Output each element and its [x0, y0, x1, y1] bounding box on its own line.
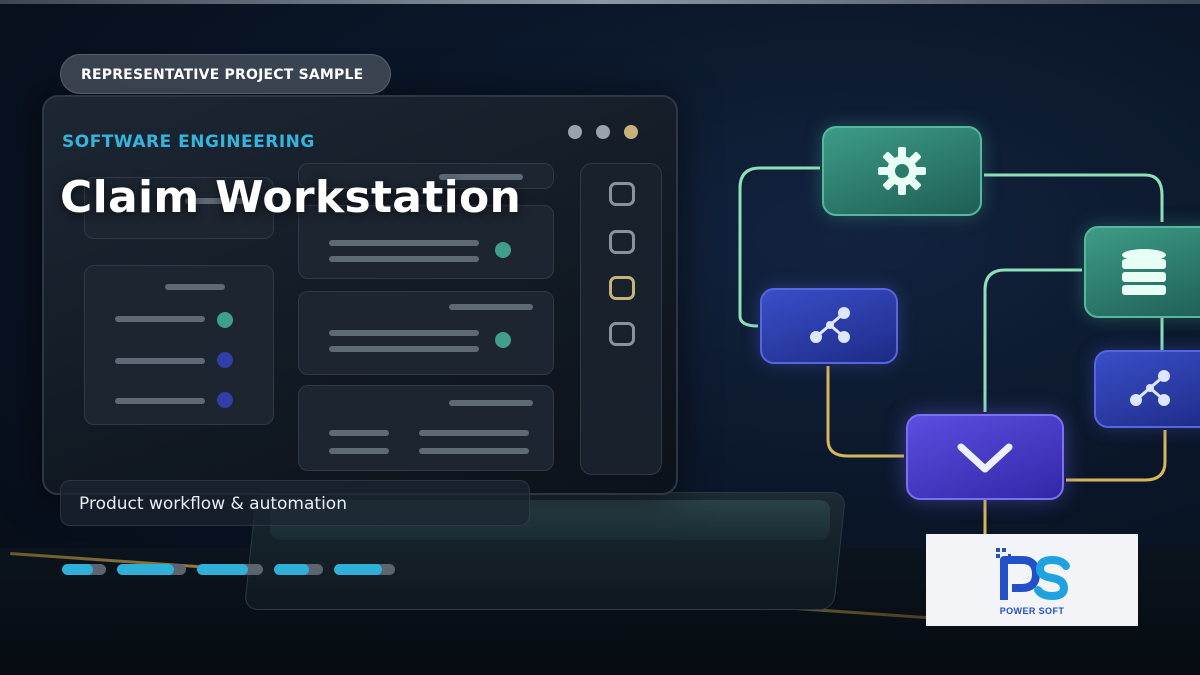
gear-icon	[878, 147, 926, 195]
brand-logo: POWER SOFT	[926, 534, 1138, 626]
progress-segment-fill	[334, 564, 382, 575]
category-label: SOFTWARE ENGINEERING	[62, 132, 315, 152]
project-badge: REPRESENTATIVE PROJECT SAMPLE	[60, 54, 392, 94]
connector-line	[984, 173, 1164, 222]
progress-segment-fill	[274, 564, 310, 575]
progress-segment	[334, 564, 395, 575]
progress-segment-fill	[62, 564, 93, 575]
caption-text: Product workflow & automation	[79, 494, 347, 514]
network-node	[760, 288, 898, 364]
power-soft-logo-icon	[996, 548, 1070, 601]
progress-segment	[117, 564, 186, 575]
connector-line	[1066, 430, 1167, 482]
progress-segment	[274, 564, 323, 575]
progress-segment	[62, 564, 106, 575]
connector-line	[826, 366, 904, 458]
settings-node	[822, 126, 982, 216]
chevron-check-icon	[957, 443, 1013, 473]
network-icon	[1130, 370, 1170, 406]
connector-line	[983, 268, 1082, 412]
approval-node	[906, 414, 1064, 500]
progress-segment-fill	[117, 564, 174, 575]
brand-name: POWER SOFT	[999, 606, 1065, 616]
database-node	[1084, 226, 1200, 318]
database-icon	[1122, 249, 1166, 295]
network-node-secondary	[1094, 350, 1200, 428]
progress-segment	[197, 564, 263, 575]
progress-segment-fill	[197, 564, 249, 575]
page-title: Claim Workstation	[60, 172, 522, 223]
hero-slide: REPRESENTATIVE PROJECT SAMPLE SOFTWARE E…	[0, 0, 1200, 675]
network-icon	[810, 307, 850, 343]
caption-bar: Product workflow & automation	[60, 480, 530, 526]
